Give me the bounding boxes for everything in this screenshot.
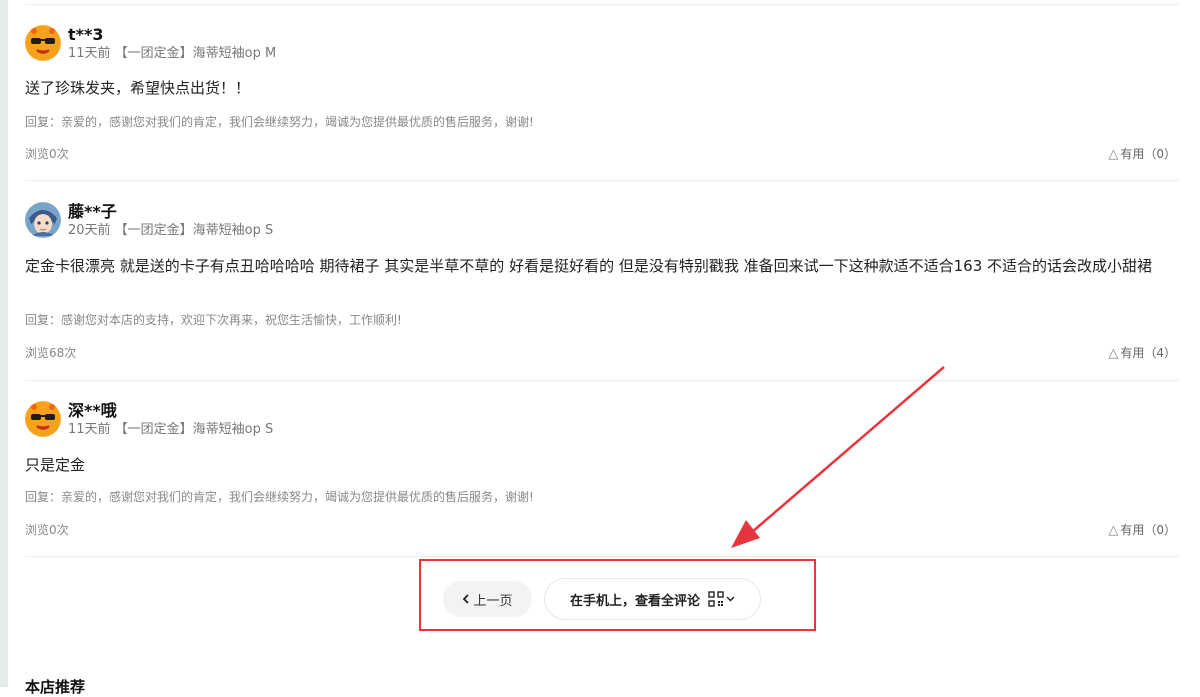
useful-button[interactable]: △ 有用（4） [1108,345,1176,362]
thumb-triangle-icon: △ [1108,346,1119,361]
review-text: 定金卡很漂亮 就是送的卡子有点丑哈哈哈哈 期待裙子 其实是半草不草的 好看是挺好… [25,257,1153,275]
review-username: 深**哦 [68,401,117,420]
review-text: 只是定金 [25,456,86,474]
useful-label: 有用（4） [1120,346,1176,360]
thumb-triangle-icon: △ [1108,523,1119,538]
review-username: 藤**子 [68,202,117,221]
useful-button[interactable]: △ 有用（0） [1108,522,1176,539]
review-reply: 回复：亲爱的，感谢您对我们的肯定，我们会继续努力，竭诚为您提供最优质的售后服务，… [25,490,534,504]
review-meta: 11天前 【一团定金】海蒂短袖op S [68,422,274,437]
useful-label: 有用（0） [1120,523,1176,537]
orange-sunglasses-avatar-icon [25,25,61,61]
review-views: 浏览0次 [25,523,69,537]
review-username: t**3 [68,25,104,44]
review-meta: 20天前 【一团定金】海蒂短袖op S [68,223,274,238]
review-reply: 回复：感谢您对本店的支持，欢迎下次再来，祝您生活愉快，工作顺利! [25,313,402,327]
thumb-triangle-icon: △ [1108,147,1119,162]
divider [25,380,1180,381]
useful-label: 有用（0） [1120,147,1176,161]
divider [25,4,1180,5]
avatar[interactable] [25,202,61,238]
review-meta: 11天前 【一团定金】海蒂短袖op M [68,46,277,61]
review-views: 浏览0次 [25,147,69,161]
useful-button[interactable]: △ 有用（0） [1108,146,1176,163]
review-views: 浏览68次 [25,346,77,360]
annotation-highlight-box [419,559,816,631]
avatar[interactable] [25,401,61,437]
avatar[interactable] [25,25,61,61]
orange-sunglasses-avatar-icon [25,401,61,437]
review-text: 送了珍珠发夹，希望快点出货！！ [25,79,251,97]
review-reply: 回复：亲爱的，感谢您对我们的肯定，我们会继续努力，竭诚为您提供最优质的售后服务，… [25,115,534,129]
anime-character-avatar-icon [25,202,61,238]
divider [25,180,1180,181]
